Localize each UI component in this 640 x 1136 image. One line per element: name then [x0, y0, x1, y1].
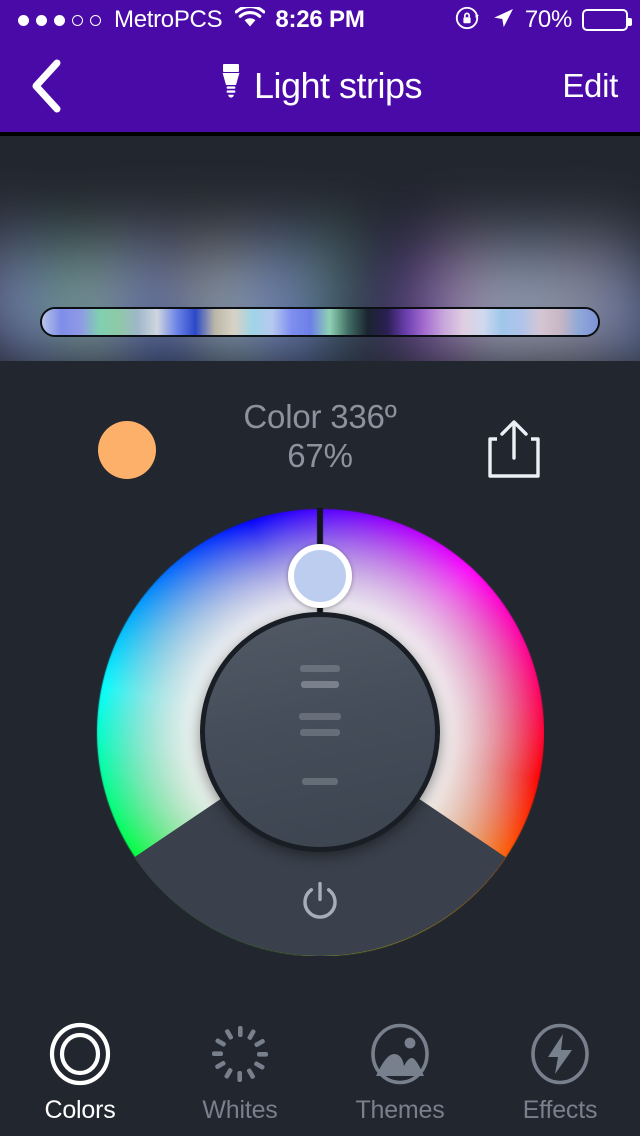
- rotation-lock-icon: [455, 5, 481, 36]
- tab-whites[interactable]: Whites: [160, 1022, 320, 1125]
- themes-photo-icon: [368, 1022, 432, 1086]
- brightness-knob[interactable]: [200, 612, 440, 852]
- current-color-swatch[interactable]: [98, 421, 156, 479]
- power-button[interactable]: [297, 880, 343, 926]
- effects-bolt-icon: [528, 1022, 592, 1086]
- light-strip-gradient: [42, 309, 598, 335]
- share-button[interactable]: [486, 418, 542, 480]
- whites-dashed-icon: [208, 1022, 272, 1086]
- light-strip-bar: [40, 307, 600, 337]
- knob-tick: [299, 713, 341, 720]
- page-title: Light strips: [0, 40, 640, 132]
- status-bar-right: 70%: [455, 0, 632, 40]
- color-info: Color 336º 67%: [160, 398, 480, 476]
- light-bulb-icon: [218, 62, 244, 111]
- app-root: MetroPCS 8:26 PM 70% Light strips Edit C…: [0, 0, 640, 1136]
- battery-icon: [582, 9, 632, 31]
- color-hue-label: Color 336º: [243, 398, 397, 435]
- hue-selector-handle[interactable]: [288, 544, 352, 608]
- tab-label: Effects: [522, 1096, 598, 1124]
- edit-button[interactable]: Edit: [562, 40, 618, 132]
- knob-tick: [302, 778, 338, 785]
- tab-label: Colors: [44, 1096, 116, 1124]
- tab-colors[interactable]: Colors: [0, 1022, 160, 1125]
- location-arrow-icon: [491, 6, 515, 35]
- nav-bar: Light strips Edit: [0, 40, 640, 132]
- battery-percent-label: 70%: [524, 6, 572, 33]
- light-strip-preview: [0, 136, 640, 361]
- strip-glow: [0, 136, 640, 361]
- share-icon: [488, 420, 540, 478]
- tab-effects[interactable]: Effects: [480, 1022, 640, 1125]
- knob-tick: [300, 665, 340, 672]
- color-brightness-label: 67%: [287, 436, 353, 474]
- tab-bar: Colors Whites Themes Effects: [0, 1000, 640, 1136]
- tab-label: Whites: [202, 1096, 278, 1124]
- knob-tick: [301, 681, 339, 688]
- page-title-text: Light strips: [253, 65, 423, 106]
- knob-tick: [300, 729, 340, 736]
- colors-ring-icon: [48, 1022, 112, 1086]
- tab-label: Themes: [355, 1096, 445, 1124]
- status-bar: MetroPCS 8:26 PM 70%: [0, 0, 640, 40]
- tab-themes[interactable]: Themes: [320, 1022, 480, 1125]
